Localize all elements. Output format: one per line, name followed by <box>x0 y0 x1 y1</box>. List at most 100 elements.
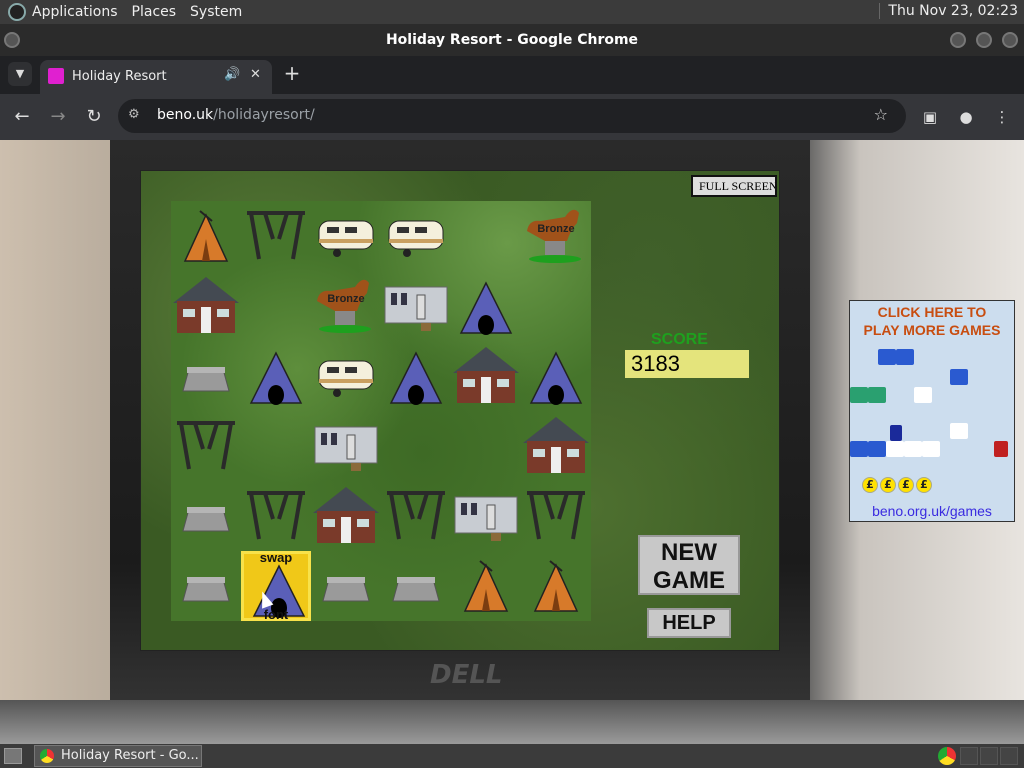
taskbar: Holiday Resort - Go... <box>0 744 1024 768</box>
tile-blue-tent-selected-r6c2[interactable]: swap font <box>241 550 311 622</box>
tile-house-r5c3[interactable] <box>311 481 381 551</box>
tile-house-r4c6[interactable] <box>521 411 591 481</box>
site-info-icon[interactable]: ⚙ <box>128 107 140 122</box>
tile-static-caravan-r2c4[interactable] <box>381 271 451 341</box>
window-titlebar: Holiday Resort - Google Chrome <box>0 24 1024 56</box>
tile-caravan-r3c3[interactable] <box>311 341 381 411</box>
tile-static-caravan-r5c5[interactable] <box>451 481 521 551</box>
chrome-icon <box>40 749 54 763</box>
tile-rock-r3c1[interactable] <box>171 341 241 411</box>
tile-empty-r4c4[interactable] <box>381 411 451 481</box>
tile-empty-r1c5[interactable] <box>451 201 521 271</box>
tile-orange-tent-r6c6[interactable] <box>521 551 591 621</box>
orange-tent-icon <box>533 560 579 612</box>
address-bar[interactable]: ⚙ beno.uk/holidayresort/ ☆ <box>118 99 906 133</box>
block-icon <box>950 369 968 385</box>
coin-icon: £ <box>898 477 914 493</box>
tile-orange-tent-r1c1[interactable] <box>171 201 241 271</box>
tile-orange-tent-r6c5[interactable] <box>451 551 521 621</box>
workspace-2[interactable] <box>980 747 998 765</box>
tile-swing-r1c2[interactable] <box>241 201 311 271</box>
tray-chrome-icon[interactable] <box>938 747 956 765</box>
block-icon <box>868 387 886 403</box>
taskbar-window-item[interactable]: Holiday Resort - Go... <box>34 745 202 767</box>
full-screen-button[interactable]: FULL SCREEN <box>691 175 777 197</box>
tile-swing-r5c2[interactable] <box>241 481 311 551</box>
tile-rock-r5c1[interactable] <box>171 481 241 551</box>
house-icon <box>523 417 589 473</box>
workspace-1[interactable] <box>960 747 978 765</box>
house-icon <box>173 277 239 333</box>
more-games-ad[interactable]: CLICK HERE TO PLAY MORE GAMES £ £ £ £ be… <box>849 300 1015 522</box>
minimize-icon[interactable] <box>950 32 966 48</box>
new-tab-button[interactable]: + <box>280 62 304 86</box>
block-icon <box>868 441 886 457</box>
bronze-label: Bronze <box>327 293 365 305</box>
window-menu-icon[interactable] <box>4 32 20 48</box>
caravan-icon <box>318 360 374 397</box>
help-button[interactable]: HELP <box>647 608 731 638</box>
tile-blue-tent-r3c2[interactable] <box>241 341 311 411</box>
block-icon <box>950 423 968 439</box>
new-game-button[interactable]: NEW GAME <box>638 535 740 595</box>
tab-search-button[interactable]: ▼ <box>8 62 32 86</box>
close-window-icon[interactable] <box>1002 32 1018 48</box>
reload-button[interactable]: ↻ <box>82 105 106 129</box>
bookmark-star-icon[interactable]: ☆ <box>874 105 888 124</box>
coin-icon: £ <box>862 477 878 493</box>
caravan-icon <box>388 220 444 257</box>
tile-bronze-horse-r2c3[interactable]: Bronze <box>311 271 381 341</box>
maximize-icon[interactable] <box>976 32 992 48</box>
tile-caravan-r1c4[interactable] <box>381 201 451 271</box>
tile-rock-r6c4[interactable] <box>381 551 451 621</box>
tile-swing-r5c4[interactable] <box>381 481 451 551</box>
tab-holiday-resort[interactable]: Holiday Resort 🔊 ✕ <box>40 60 272 94</box>
block-icon <box>878 349 896 365</box>
close-tab-icon[interactable]: ✕ <box>250 67 261 82</box>
tile-swing-r4c1[interactable] <box>171 411 241 481</box>
tile-blue-tent-r3c6[interactable] <box>521 341 591 411</box>
menu-applications[interactable]: Applications <box>32 4 118 20</box>
tile-static-caravan-r4c3[interactable] <box>311 411 381 481</box>
tile-empty-r4c5[interactable] <box>451 411 521 481</box>
caravan-icon <box>318 220 374 257</box>
forward-button[interactable]: → <box>46 105 70 129</box>
block-icon <box>886 441 904 457</box>
tile-blue-tent-r2c5[interactable] <box>451 271 521 341</box>
tile-blue-tent-r3c4[interactable] <box>381 341 451 411</box>
tile-rock-r6c1[interactable] <box>171 551 241 621</box>
url-text[interactable]: beno.uk/holidayresort/ <box>157 107 315 123</box>
tab-strip: ▼ Holiday Resort 🔊 ✕ + <box>0 56 1024 94</box>
ad-link[interactable]: beno.org.uk/games <box>850 503 1014 519</box>
block-icon <box>896 349 914 365</box>
menu-system[interactable]: System <box>190 4 242 20</box>
bronze-label: Bronze <box>537 223 575 235</box>
profile-icon[interactable]: ● <box>954 105 978 129</box>
audio-playing-icon[interactable]: 🔊 <box>224 67 240 82</box>
block-icon <box>922 441 940 457</box>
menu-places[interactable]: Places <box>132 4 177 20</box>
static-caravan-icon <box>314 426 378 471</box>
tile-house-r3c5[interactable] <box>451 341 521 411</box>
bronze-horse-icon <box>317 279 371 333</box>
tile-empty-r2c6[interactable] <box>521 271 591 341</box>
tile-rock-r6c3[interactable] <box>311 551 381 621</box>
static-caravan-icon <box>384 286 448 331</box>
new-game-label-2: GAME <box>653 567 725 594</box>
show-desktop-icon[interactable] <box>4 748 22 764</box>
tile-empty-r4c2[interactable] <box>241 411 311 481</box>
site-favicon-icon <box>48 68 64 84</box>
new-game-label-1: NEW <box>661 539 717 566</box>
tile-bronze-horse-r1c6[interactable]: Bronze <box>521 201 591 271</box>
back-button[interactable]: ← <box>10 105 34 129</box>
tile-caravan-r1c3[interactable] <box>311 201 381 271</box>
static-caravan-icon <box>454 496 518 541</box>
chrome-menu-icon[interactable]: ⋮ <box>990 105 1014 129</box>
side-panel-icon[interactable]: ▣ <box>918 105 942 129</box>
tile-house-r2c1[interactable] <box>171 271 241 341</box>
tile-empty-r2c2[interactable] <box>241 271 311 341</box>
workspace-3[interactable] <box>1000 747 1018 765</box>
tile-swing-r5c6[interactable] <box>521 481 591 551</box>
system-clock[interactable]: Thu Nov 23, 02:23 <box>879 3 1018 19</box>
distro-logo-icon[interactable] <box>8 3 26 21</box>
